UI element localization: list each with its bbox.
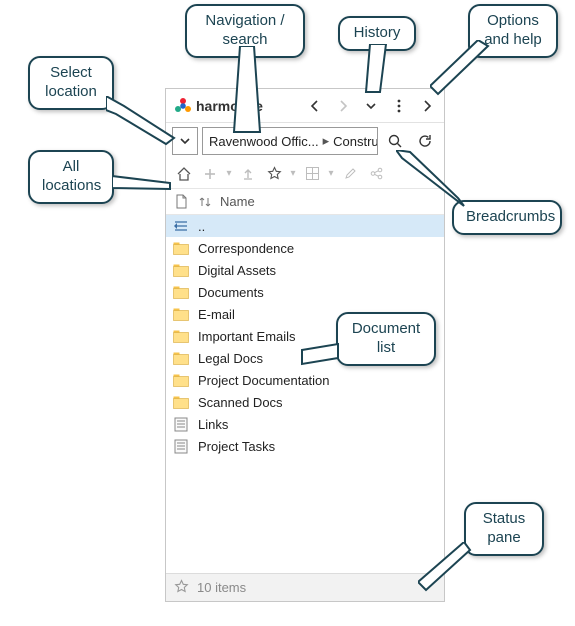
toolbar: ▾ ▾ ▾: [166, 159, 444, 189]
folder-icon: [172, 308, 190, 321]
list-icon: [172, 417, 190, 432]
list-item[interactable]: Correspondence: [166, 237, 444, 259]
upload-button[interactable]: [236, 162, 260, 186]
callout-breadcrumbs: Breadcrumbs: [452, 200, 562, 235]
favorite-dropdown-caret[interactable]: ▾: [288, 168, 298, 179]
status-text: 10 items: [197, 580, 246, 595]
app-title: harmon.ie: [196, 98, 263, 114]
list-item[interactable]: Scanned Docs: [166, 391, 444, 413]
new-dropdown-caret[interactable]: ▾: [224, 168, 234, 179]
callout-all-locations: Alllocations: [28, 150, 114, 204]
list-item-label: Digital Assets: [198, 263, 438, 278]
history-forward-button[interactable]: [332, 95, 354, 117]
folder-icon: [172, 330, 190, 343]
search-button[interactable]: [382, 127, 408, 155]
up-row-label: ..: [198, 219, 438, 234]
logo-icon: [174, 97, 192, 115]
list-item-label: Project Documentation: [198, 373, 438, 388]
callout-status-pane: Statuspane: [464, 502, 544, 556]
name-column-header[interactable]: Name: [220, 194, 255, 209]
sort-icon[interactable]: [196, 195, 214, 209]
callout-history: History: [338, 16, 416, 51]
new-button[interactable]: [198, 162, 222, 186]
favorite-star-icon[interactable]: [174, 579, 189, 597]
folder-icon: [172, 352, 190, 365]
folder-icon: [172, 374, 190, 387]
titlebar: harmon.ie: [166, 89, 444, 123]
breadcrumb[interactable]: Ravenwood Offic... ▸ Construction: [202, 127, 378, 155]
folder-icon: [172, 242, 190, 255]
column-header[interactable]: Name: [166, 189, 444, 215]
breadcrumb-segment[interactable]: Construction: [331, 134, 378, 149]
type-column-icon: [172, 194, 190, 209]
expand-panel-button[interactable]: [416, 95, 438, 117]
select-location-dropdown[interactable]: [172, 127, 198, 155]
refresh-button[interactable]: [412, 127, 438, 155]
status-bar: 10 items: [166, 573, 444, 601]
folder-icon: [172, 286, 190, 299]
list-item[interactable]: Project Tasks: [166, 435, 444, 457]
callout-doc-list: Documentlist: [336, 312, 436, 366]
breadcrumb-segment[interactable]: Ravenwood Offic...: [207, 134, 321, 149]
home-button[interactable]: [172, 162, 196, 186]
share-button[interactable]: [364, 162, 388, 186]
list-item-label: Links: [198, 417, 438, 432]
history-dropdown-button[interactable]: [360, 95, 382, 117]
edit-button[interactable]: [338, 162, 362, 186]
list-item[interactable]: Project Documentation: [166, 369, 444, 391]
chevron-right-icon: ▸: [321, 133, 332, 149]
list-icon: [172, 439, 190, 454]
options-button[interactable]: [388, 95, 410, 117]
list-item[interactable]: Links: [166, 413, 444, 435]
list-item-label: Documents: [198, 285, 438, 300]
navigation-bar: Ravenwood Offic... ▸ Construction: [166, 123, 444, 159]
up-level-icon: [172, 219, 190, 233]
list-item-label: Scanned Docs: [198, 395, 438, 410]
list-item[interactable]: Digital Assets: [166, 259, 444, 281]
up-row[interactable]: ..: [166, 215, 444, 237]
folder-icon: [172, 264, 190, 277]
callout-nav-search: Navigation /search: [185, 4, 305, 58]
favorite-button[interactable]: [262, 162, 286, 186]
list-item[interactable]: Documents: [166, 281, 444, 303]
list-item-label: Correspondence: [198, 241, 438, 256]
view-dropdown-caret[interactable]: ▾: [326, 168, 336, 179]
folder-icon: [172, 396, 190, 409]
app-logo: harmon.ie: [174, 97, 263, 115]
view-layout-button[interactable]: [300, 162, 324, 186]
history-back-button[interactable]: [304, 95, 326, 117]
callout-options: Optionsand help: [468, 4, 558, 58]
list-item-label: Project Tasks: [198, 439, 438, 454]
document-list[interactable]: .. Correspondence Digital Assets Documen…: [166, 215, 444, 573]
callout-select-location: Selectlocation: [28, 56, 114, 110]
